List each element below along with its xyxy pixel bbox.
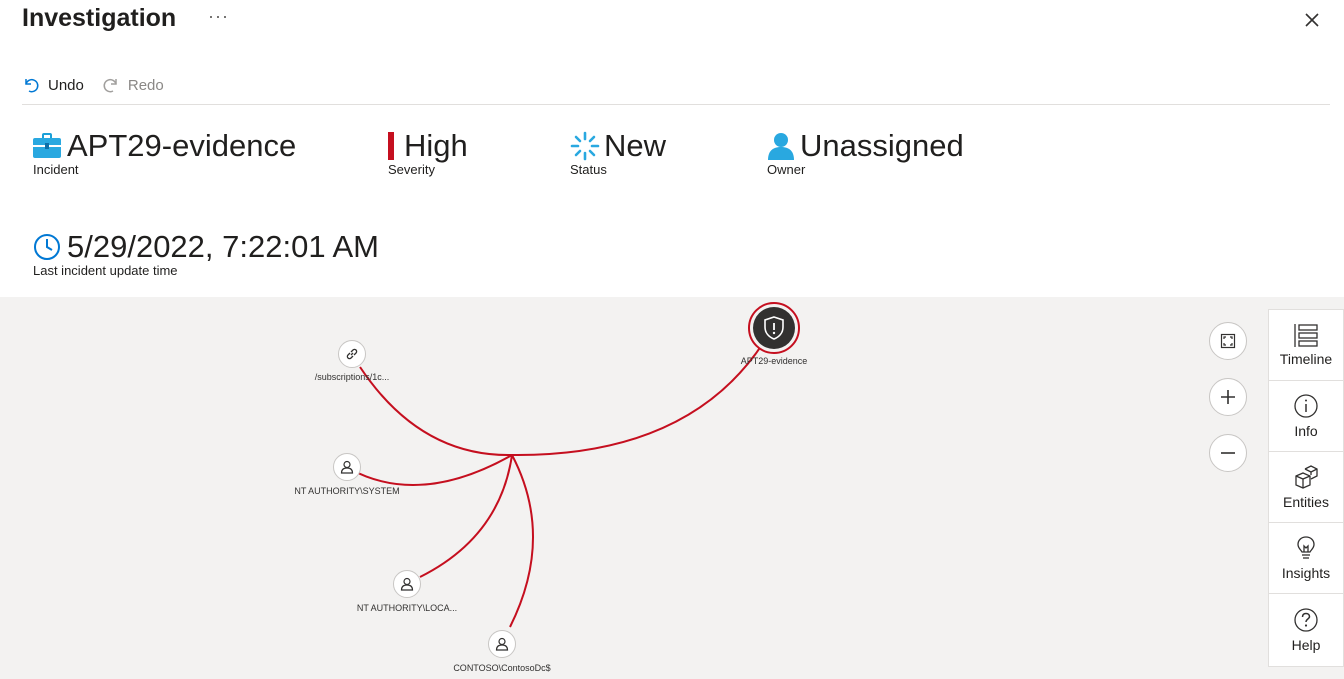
undo-icon [25,78,39,93]
graph-edge [419,454,513,578]
clock-icon [34,234,60,260]
severity-label: Severity [388,162,435,177]
owner-summary: Unassigned Owner [767,128,964,178]
redo-icon [103,78,117,93]
severity-bar [388,132,394,160]
graph-node-account[interactable] [333,453,361,481]
graph-node-label: NT AUTHORITY\LOCA... [356,603,458,613]
side-item-label: Timeline [1279,351,1333,367]
graph-node-incident[interactable] [748,302,800,354]
undo-button[interactable]: Undo [22,76,84,94]
incident-label: Incident [33,162,79,177]
user-icon [340,460,354,474]
briefcase-icon [33,133,61,158]
lightbulb-icon [1297,536,1315,559]
side-item-timeline[interactable]: Timeline [1269,310,1343,381]
side-item-label: Entities [1283,494,1329,510]
graph-node-label: /subscriptions/1c... [314,372,390,382]
info-icon [1294,394,1318,418]
side-item-help[interactable]: Help [1269,594,1343,665]
status-summary: New Status [570,128,667,178]
minus-icon [1221,452,1235,454]
toolbar: Undo Redo [22,70,182,100]
redo-label: Redo [127,76,164,94]
graph-node-account[interactable] [488,630,516,658]
side-item-info[interactable]: Info [1269,381,1343,452]
side-item-label: Insights [1281,565,1331,581]
graph-node-label: NT AUTHORITY\SYSTEM [294,486,400,496]
fit-to-screen-button[interactable] [1209,322,1247,360]
user-icon [495,637,509,651]
fit-screen-icon [1220,333,1236,349]
side-item-insights[interactable]: Insights [1269,523,1343,594]
page-title: Investigation [22,4,177,32]
graph-node-label: CONTOSO\ContosoDc$ [453,663,551,673]
close-icon[interactable] [1300,8,1324,32]
graph-node-account[interactable] [393,570,421,598]
graph-edge [509,454,534,628]
entities-icon [1295,465,1318,489]
update-time-value: 5/29/2022, 7:22:01 AM [67,229,379,264]
side-item-entities[interactable]: Entities [1269,452,1343,523]
severity-value: High [404,128,468,163]
graph-node-resource[interactable] [338,340,366,368]
incident-name: APT29-evidence [67,128,297,163]
timeline-icon [1294,324,1318,347]
graph-edge [511,326,774,457]
zoom-in-button[interactable] [1209,378,1247,416]
help-icon [1294,607,1318,632]
link-icon [346,348,358,360]
status-label: Status [570,162,607,177]
person-icon [768,133,794,160]
user-icon [400,577,414,591]
incident-summary: APT29-evidence Incident [33,130,296,177]
status-value: New [604,128,667,163]
toolbar-divider [22,104,1330,105]
severity-summary: High Severity [388,130,468,177]
owner-value: Unassigned [800,128,964,163]
side-panel: Timeline Info Entities Insights Help [1268,309,1344,667]
graph-edge [349,454,513,487]
investigation-graph[interactable]: APT29-evidence /subscriptions/1c... NT A… [0,297,1344,679]
graph-edges [349,326,774,628]
graph-node-label: APT29-evidence [740,356,808,366]
side-item-label: Help [1291,636,1321,653]
plus-icon [1221,390,1235,404]
side-item-label: Info [1294,423,1318,439]
undo-label: Undo [48,76,84,94]
zoom-out-button[interactable] [1209,434,1247,472]
update-time-summary: 5/29/2022, 7:22:01 AM Last incident upda… [33,229,379,279]
owner-label: Owner [767,162,806,177]
new-status-icon [570,131,600,161]
more-options-button[interactable]: ··· [208,6,229,27]
shield-alert-icon [764,316,784,340]
redo-button[interactable]: Redo [102,76,164,94]
update-time-label: Last incident update time [33,263,178,278]
